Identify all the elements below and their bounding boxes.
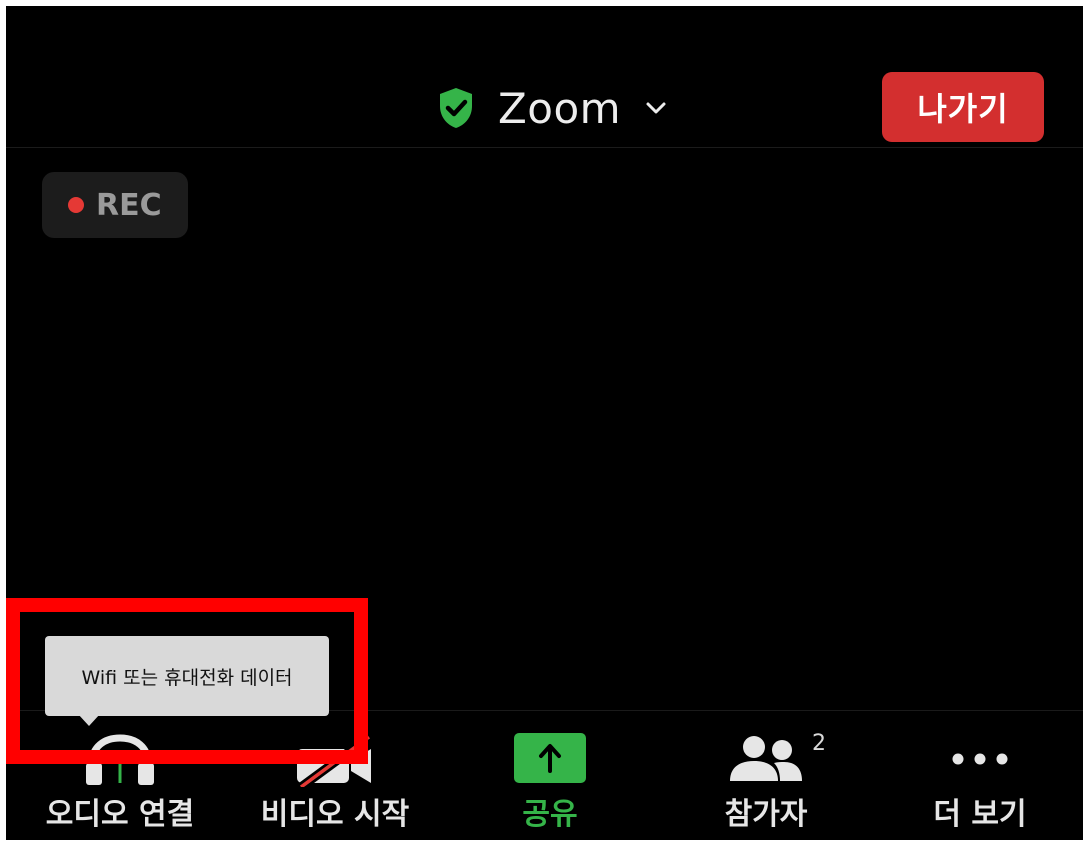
record-dot-icon	[68, 197, 84, 213]
shield-check-icon	[440, 88, 472, 128]
meeting-info-button[interactable]: Zoom	[436, 80, 667, 136]
top-bar: Zoom 나가기	[6, 6, 1083, 148]
participant-count-badge: 2	[812, 731, 826, 756]
highlight-box	[6, 598, 368, 764]
participants-icon	[730, 736, 802, 781]
leave-button[interactable]: 나가기	[882, 72, 1044, 142]
recording-label: REC	[96, 187, 162, 223]
share-button[interactable]: 공유	[450, 711, 650, 840]
share-icon	[514, 733, 586, 783]
start-video-label: 비디오 시작	[260, 797, 410, 832]
participants-label: 참가자	[724, 797, 808, 832]
participants-button[interactable]: 2 참가자	[666, 711, 866, 840]
share-label: 공유	[522, 797, 578, 832]
recording-indicator: REC	[42, 172, 188, 238]
audio-connect-label: 오디오 연결	[45, 797, 195, 832]
more-icon	[952, 753, 1008, 765]
meeting-title: Zoom	[498, 83, 622, 133]
more-label: 더 보기	[933, 797, 1027, 832]
more-button[interactable]: 더 보기	[880, 711, 1080, 840]
chevron-down-icon	[646, 102, 666, 114]
